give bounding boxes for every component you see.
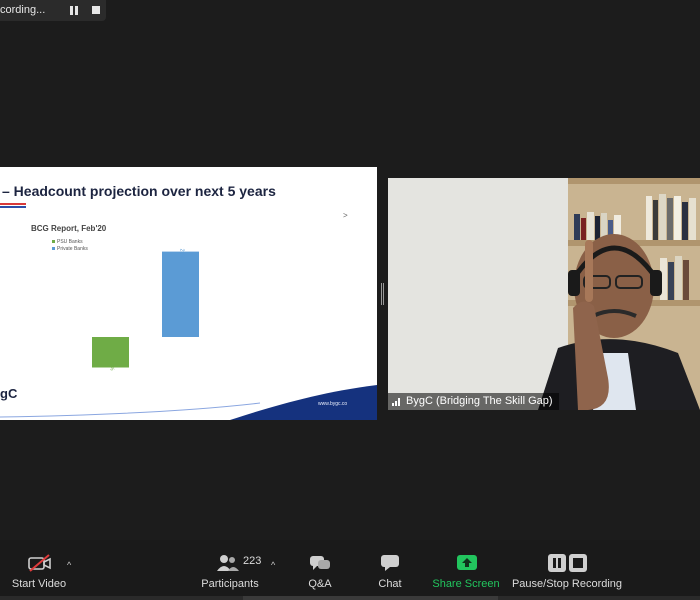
- start-video-button[interactable]: Start Video: [8, 540, 70, 600]
- chat-label: Chat: [378, 578, 402, 590]
- participant-name: BygC (Bridging The Skill Gap): [406, 395, 553, 407]
- pause-recording-icon[interactable]: [68, 5, 80, 17]
- chat-button[interactable]: Chat: [370, 540, 410, 600]
- bottom-scrollbar-thumb[interactable]: [243, 596, 498, 600]
- share-screen-icon: [457, 555, 477, 570]
- bygc-logo: gC: [0, 386, 18, 401]
- participants-count: 223: [243, 555, 262, 567]
- participants-options-caret[interactable]: ^: [271, 560, 275, 570]
- shared-screen-slide: – Headcount projection over next 5 years…: [0, 167, 377, 420]
- meeting-toolbar: Start Video ^ 223 Participants ^ Q&A Cha…: [0, 540, 700, 600]
- share-screen-label: Share Screen: [432, 578, 500, 590]
- signal-strength-icon: [392, 398, 402, 406]
- participants-icon: [217, 555, 239, 571]
- recording-indicator: cording...: [0, 0, 106, 21]
- participants-label: Participants: [201, 578, 259, 590]
- footer-url: www.bygc.co: [318, 401, 348, 407]
- video-options-caret[interactable]: ^: [67, 560, 71, 570]
- stop-recording-icon[interactable]: [91, 5, 103, 17]
- start-video-label: Start Video: [11, 578, 67, 590]
- pause-stop-recording-label: Pause/Stop Recording: [511, 578, 623, 590]
- qa-label: Q&A: [308, 578, 332, 590]
- participant-video-tile[interactable]: BygC (Bridging The Skill Gap): [388, 178, 700, 410]
- panel-resize-handle[interactable]: [381, 283, 384, 305]
- recording-label: cording...: [0, 4, 46, 16]
- pause-stop-icon: [548, 554, 587, 572]
- qa-button[interactable]: Q&A: [300, 540, 340, 600]
- qa-icon: [310, 556, 330, 570]
- chat-icon: [381, 555, 399, 571]
- participant-name-label: BygC (Bridging The Skill Gap): [388, 393, 559, 410]
- video-off-icon: [28, 554, 51, 572]
- footer-curve-decoration: [0, 385, 377, 420]
- participants-button[interactable]: 223 Participants: [196, 540, 264, 600]
- speaker-video-frame: [388, 178, 700, 410]
- share-screen-button[interactable]: Share Screen: [432, 540, 500, 600]
- pause-stop-recording-button[interactable]: Pause/Stop Recording: [510, 540, 624, 600]
